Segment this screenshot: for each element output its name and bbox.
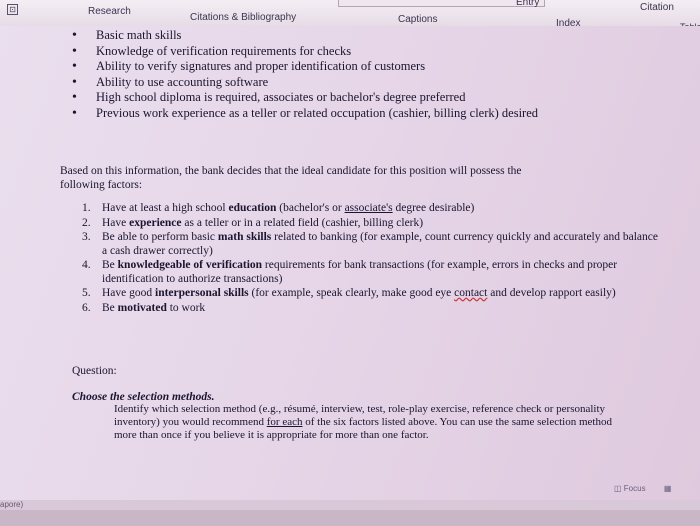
list-item: Previous work experience as a teller or … xyxy=(60,106,538,122)
list-item: 3. Be able to perform basic math skills … xyxy=(80,231,662,258)
factor-emphasis: education xyxy=(228,202,277,214)
factor-text: degree desirable) xyxy=(392,202,475,214)
focus-label: Focus xyxy=(623,484,646,493)
list-number: 3. xyxy=(82,231,91,243)
list-item: 5. Have good interpersonal skills (for e… xyxy=(80,287,662,301)
document-page[interactable]: Basic math skills Knowledge of verificat… xyxy=(0,26,700,500)
dialog-launcher-icon[interactable]: ⊡ xyxy=(7,4,18,15)
focus-icon: ◫ xyxy=(614,484,622,493)
question-body: Identify which selection method (e.g., r… xyxy=(114,403,614,442)
list-number: 1. xyxy=(82,202,91,214)
factor-text: Be xyxy=(102,259,118,271)
list-number: 2. xyxy=(82,216,91,229)
question-label: Question: xyxy=(72,365,117,377)
intro-paragraph: Based on this information, the bank deci… xyxy=(60,164,522,192)
layout-icon[interactable]: ▦ xyxy=(664,484,672,493)
intro-line: following factors: xyxy=(60,179,143,191)
factor-emphasis: motivated xyxy=(117,301,167,314)
mark-entry-label[interactable]: Entry xyxy=(516,0,539,8)
ribbon: ⊡ Entry Citation Table Research Citation… xyxy=(0,0,700,32)
mark-citation-label[interactable]: Citation xyxy=(640,2,674,13)
factor-text: Have xyxy=(102,216,130,229)
factor-text: Have at least a high school xyxy=(102,202,229,214)
list-item: Ability to verify signatures and proper … xyxy=(60,59,538,75)
factor-text: Be able to perform basic xyxy=(102,231,218,243)
factor-text: to work xyxy=(166,301,206,314)
list-number: 4. xyxy=(82,259,91,271)
factor-underlined: associate's xyxy=(344,202,393,214)
list-item: 6. Be motivated to work xyxy=(80,302,662,316)
factor-emphasis: interpersonal skills xyxy=(155,287,249,299)
factor-emphasis: experience xyxy=(129,216,182,229)
factor-text: and develop rapport easily) xyxy=(487,287,616,299)
research-group-label: Research xyxy=(88,6,131,17)
intro-line: Based on this information, the bank deci… xyxy=(60,165,522,177)
list-number: 5. xyxy=(82,287,91,299)
factors-list: 1. Have at least a high school education… xyxy=(80,202,662,316)
list-item: Basic math skills xyxy=(60,28,538,44)
list-item: Knowledge of verification requirements f… xyxy=(60,44,538,60)
requirements-list: Basic math skills Knowledge of verificat… xyxy=(60,28,538,121)
focus-mode-button[interactable]: ◫ Focus ▦ xyxy=(614,484,671,493)
factor-text: Be xyxy=(102,301,118,314)
factor-misspelled: contact xyxy=(454,287,488,299)
citations-bibliography-group-label: Citations & Bibliography xyxy=(190,12,297,23)
list-item: 1. Have at least a high school education… xyxy=(80,202,662,216)
list-number: 6. xyxy=(82,301,91,314)
factor-text: as a teller or in a related field (cashi… xyxy=(181,216,424,229)
factor-emphasis: knowledgeable of verification xyxy=(117,259,263,271)
list-item: 4. Be knowledgeable of verification requ… xyxy=(80,259,662,286)
factor-emphasis: math skills xyxy=(217,231,272,243)
factor-text: Have good xyxy=(102,287,156,299)
captions-group-label: Captions xyxy=(398,14,438,25)
status-left-text: apore) xyxy=(0,500,24,509)
question-title: Choose the selection methods. xyxy=(72,391,215,403)
list-item: Ability to use accounting software xyxy=(60,75,538,91)
question-underlined: for each xyxy=(266,416,303,428)
factor-text: (for example, speak clearly, make good e… xyxy=(248,287,455,299)
list-item: High school diploma is required, associa… xyxy=(60,90,538,106)
factor-text: (bachelor's or xyxy=(276,202,345,214)
status-bar xyxy=(0,510,700,526)
ribbon-group-edge xyxy=(338,0,545,7)
list-item: 2. Have experience as a teller or in a r… xyxy=(80,217,662,231)
